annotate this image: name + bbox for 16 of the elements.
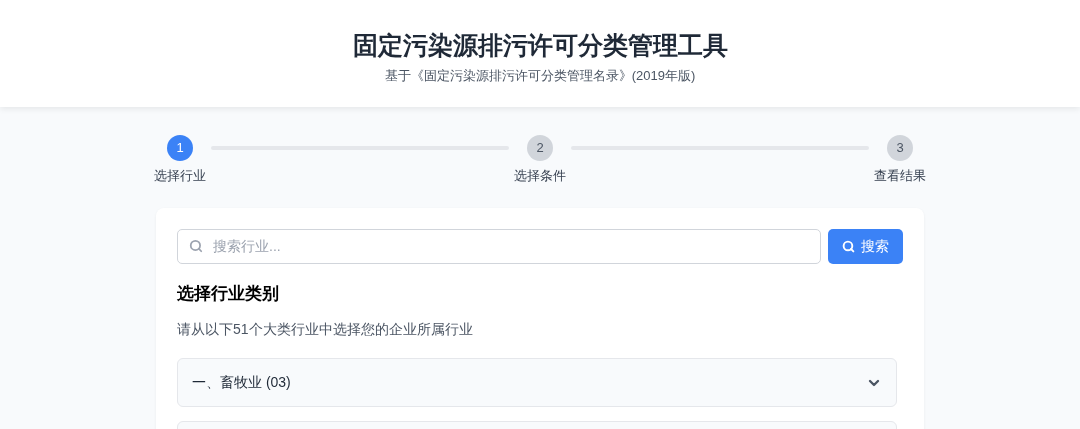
section-title: 选择行业类别 xyxy=(177,282,280,305)
accordion-item[interactable]: 一、畜牧业 (03) xyxy=(177,358,897,407)
step-number: 1 xyxy=(167,135,193,161)
step-label: 选择条件 xyxy=(514,167,566,185)
search-icon xyxy=(189,239,203,253)
step-number: 3 xyxy=(887,135,913,161)
step-number: 2 xyxy=(527,135,553,161)
page-subtitle: 基于《固定污染源排污许可分类管理名录》(2019年版) xyxy=(384,67,696,85)
search-field[interactable]: 搜索行业... xyxy=(177,228,821,264)
page-title: 固定污染源排污许可分类管理工具 xyxy=(352,30,728,61)
step-label: 选择行业 xyxy=(154,167,206,185)
search-icon xyxy=(842,239,855,253)
search-button[interactable]: 搜索 xyxy=(828,228,903,264)
section-description: 请从以下51个大类行业中选择您的企业所属行业 xyxy=(177,320,474,339)
step-label: 查看结果 xyxy=(874,167,926,185)
industry-label: 一、畜牧业 (03) xyxy=(192,373,291,392)
